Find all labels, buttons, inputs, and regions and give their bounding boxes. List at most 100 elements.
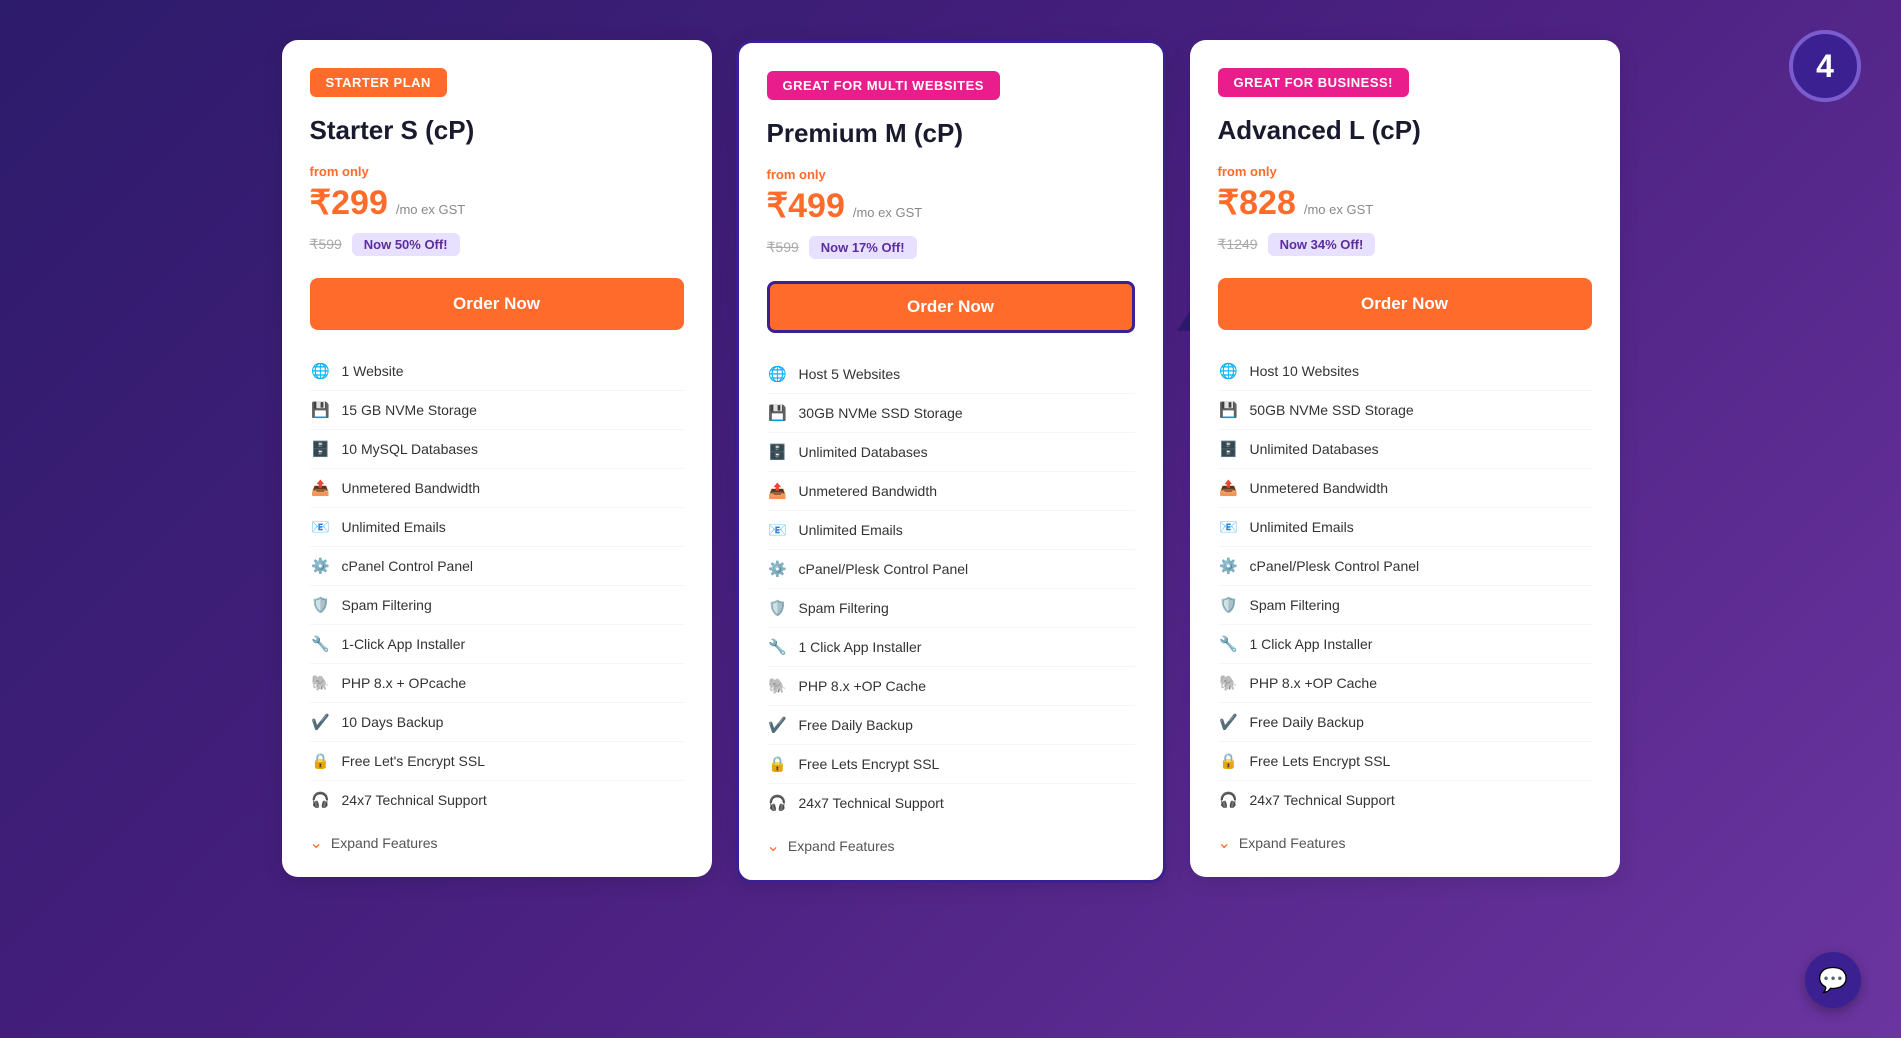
feature-text-2-3: Unmetered Bandwidth (1250, 480, 1389, 496)
feature-item-0-0: 🌐 1 Website (310, 352, 684, 391)
original-price-advanced: ₹1249 (1218, 236, 1258, 253)
feature-item-0-2: 🗄️ 10 MySQL Databases (310, 430, 684, 469)
feature-item-2-2: 🗄️ Unlimited Databases (1218, 430, 1592, 469)
feature-text-0-8: PHP 8.x + OPcache (342, 675, 467, 691)
feature-item-1-10: 🔒 Free Lets Encrypt SSL (767, 745, 1135, 784)
price-main-starter: ₹299 (310, 183, 388, 223)
feature-item-2-8: 🐘 PHP 8.x +OP Cache (1218, 664, 1592, 703)
feature-item-0-1: 💾 15 GB NVMe Storage (310, 391, 684, 430)
feature-text-2-1: 50GB NVMe SSD Storage (1250, 402, 1414, 418)
price-row-advanced: ₹828 /mo ex GST (1218, 183, 1592, 223)
feature-text-1-1: 30GB NVMe SSD Storage (799, 405, 963, 421)
original-price-starter: ₹599 (310, 236, 342, 253)
feature-text-2-2: Unlimited Databases (1250, 441, 1379, 457)
feature-icon-1-0: 🌐 (767, 363, 789, 385)
step-number: 4 (1816, 48, 1834, 85)
feature-text-0-9: 10 Days Backup (342, 714, 444, 730)
discount-row-advanced: ₹1249 Now 34% Off! (1218, 233, 1592, 256)
expand-features-starter[interactable]: ⌄ Expand Features (310, 819, 684, 853)
price-label-starter: from only (310, 164, 684, 179)
feature-item-2-0: 🌐 Host 10 Websites (1218, 352, 1592, 391)
feature-text-2-10: Free Lets Encrypt SSL (1250, 753, 1391, 769)
feature-text-1-0: Host 5 Websites (799, 366, 901, 382)
feature-text-1-11: 24x7 Technical Support (799, 795, 944, 811)
feature-icon-0-7: 🔧 (310, 633, 332, 655)
feature-icon-0-10: 🔒 (310, 750, 332, 772)
order-button-starter[interactable]: Order Now (310, 278, 684, 330)
price-period-advanced: /mo ex GST (1304, 202, 1373, 217)
feature-icon-1-1: 💾 (767, 402, 789, 424)
feature-item-1-1: 💾 30GB NVMe SSD Storage (767, 394, 1135, 433)
feature-icon-0-3: 📤 (310, 477, 332, 499)
feature-icon-0-8: 🐘 (310, 672, 332, 694)
feature-item-2-6: 🛡️ Spam Filtering (1218, 586, 1592, 625)
expand-label-premium: Expand Features (788, 838, 895, 854)
feature-text-0-7: 1-Click App Installer (342, 636, 466, 652)
feature-icon-1-5: ⚙️ (767, 558, 789, 580)
feature-icon-0-9: ✔️ (310, 711, 332, 733)
pricing-cards-container: STARTER PLAN Starter S (cP) from only ₹2… (20, 30, 1881, 893)
feature-text-1-9: Free Daily Backup (799, 717, 913, 733)
feature-item-0-4: 📧 Unlimited Emails (310, 508, 684, 547)
price-main-advanced: ₹828 (1218, 183, 1296, 223)
feature-icon-1-3: 📤 (767, 480, 789, 502)
feature-icon-1-7: 🔧 (767, 636, 789, 658)
chevron-down-icon-premium: ⌄ (767, 836, 780, 856)
feature-text-2-6: Spam Filtering (1250, 597, 1340, 613)
feature-item-1-0: 🌐 Host 5 Websites (767, 355, 1135, 394)
discount-badge-starter: Now 50% Off! (352, 233, 460, 256)
feature-icon-2-11: 🎧 (1218, 789, 1240, 811)
feature-text-1-3: Unmetered Bandwidth (799, 483, 938, 499)
discount-row-premium: ₹599 Now 17% Off! (767, 236, 1135, 259)
feature-icon-2-0: 🌐 (1218, 360, 1240, 382)
page-wrapper: 4 STARTER PLAN Starter S (cP) from only … (20, 30, 1881, 893)
feature-icon-1-6: 🛡️ (767, 597, 789, 619)
feature-item-1-4: 📧 Unlimited Emails (767, 511, 1135, 550)
feature-text-0-4: Unlimited Emails (342, 519, 446, 535)
feature-text-0-2: 10 MySQL Databases (342, 441, 478, 457)
original-price-premium: ₹599 (767, 239, 799, 256)
feature-icon-2-8: 🐘 (1218, 672, 1240, 694)
feature-text-1-10: Free Lets Encrypt SSL (799, 756, 940, 772)
discount-badge-premium: Now 17% Off! (809, 236, 917, 259)
expand-label-starter: Expand Features (331, 835, 438, 851)
feature-text-1-6: Spam Filtering (799, 600, 889, 616)
feature-item-1-8: 🐘 PHP 8.x +OP Cache (767, 667, 1135, 706)
feature-text-1-5: cPanel/Plesk Control Panel (799, 561, 969, 577)
feature-item-2-4: 📧 Unlimited Emails (1218, 508, 1592, 547)
feature-item-0-5: ⚙️ cPanel Control Panel (310, 547, 684, 586)
feature-text-0-5: cPanel Control Panel (342, 558, 474, 574)
feature-icon-0-4: 📧 (310, 516, 332, 538)
feature-icon-0-5: ⚙️ (310, 555, 332, 577)
feature-icon-0-11: 🎧 (310, 789, 332, 811)
expand-label-advanced: Expand Features (1239, 835, 1346, 851)
order-button-advanced[interactable]: Order Now (1218, 278, 1592, 330)
discount-row-starter: ₹599 Now 50% Off! (310, 233, 684, 256)
feature-text-1-7: 1 Click App Installer (799, 639, 922, 655)
feature-text-2-8: PHP 8.x +OP Cache (1250, 675, 1378, 691)
feature-item-1-9: ✔️ Free Daily Backup (767, 706, 1135, 745)
plan-name-advanced: Advanced L (cP) (1218, 115, 1592, 146)
feature-icon-2-7: 🔧 (1218, 633, 1240, 655)
feature-item-0-9: ✔️ 10 Days Backup (310, 703, 684, 742)
feature-icon-2-6: 🛡️ (1218, 594, 1240, 616)
feature-item-2-11: 🎧 24x7 Technical Support (1218, 781, 1592, 819)
chevron-down-icon-starter: ⌄ (310, 833, 323, 853)
chevron-down-icon-advanced: ⌄ (1218, 833, 1231, 853)
feature-icon-2-9: ✔️ (1218, 711, 1240, 733)
feature-item-2-10: 🔒 Free Lets Encrypt SSL (1218, 742, 1592, 781)
expand-features-advanced[interactable]: ⌄ Expand Features (1218, 819, 1592, 853)
feature-text-1-4: Unlimited Emails (799, 522, 903, 538)
feature-icon-0-6: 🛡️ (310, 594, 332, 616)
feature-icon-2-4: 📧 (1218, 516, 1240, 538)
feature-text-0-6: Spam Filtering (342, 597, 432, 613)
feature-text-2-7: 1 Click App Installer (1250, 636, 1373, 652)
chat-bubble-button[interactable]: 💬 (1805, 952, 1861, 1008)
feature-item-1-11: 🎧 24x7 Technical Support (767, 784, 1135, 822)
order-button-premium[interactable]: Order Now (767, 281, 1135, 333)
feature-icon-1-10: 🔒 (767, 753, 789, 775)
expand-features-premium[interactable]: ⌄ Expand Features (767, 822, 1135, 856)
feature-item-0-8: 🐘 PHP 8.x + OPcache (310, 664, 684, 703)
plan-name-starter: Starter S (cP) (310, 115, 684, 146)
feature-item-1-2: 🗄️ Unlimited Databases (767, 433, 1135, 472)
